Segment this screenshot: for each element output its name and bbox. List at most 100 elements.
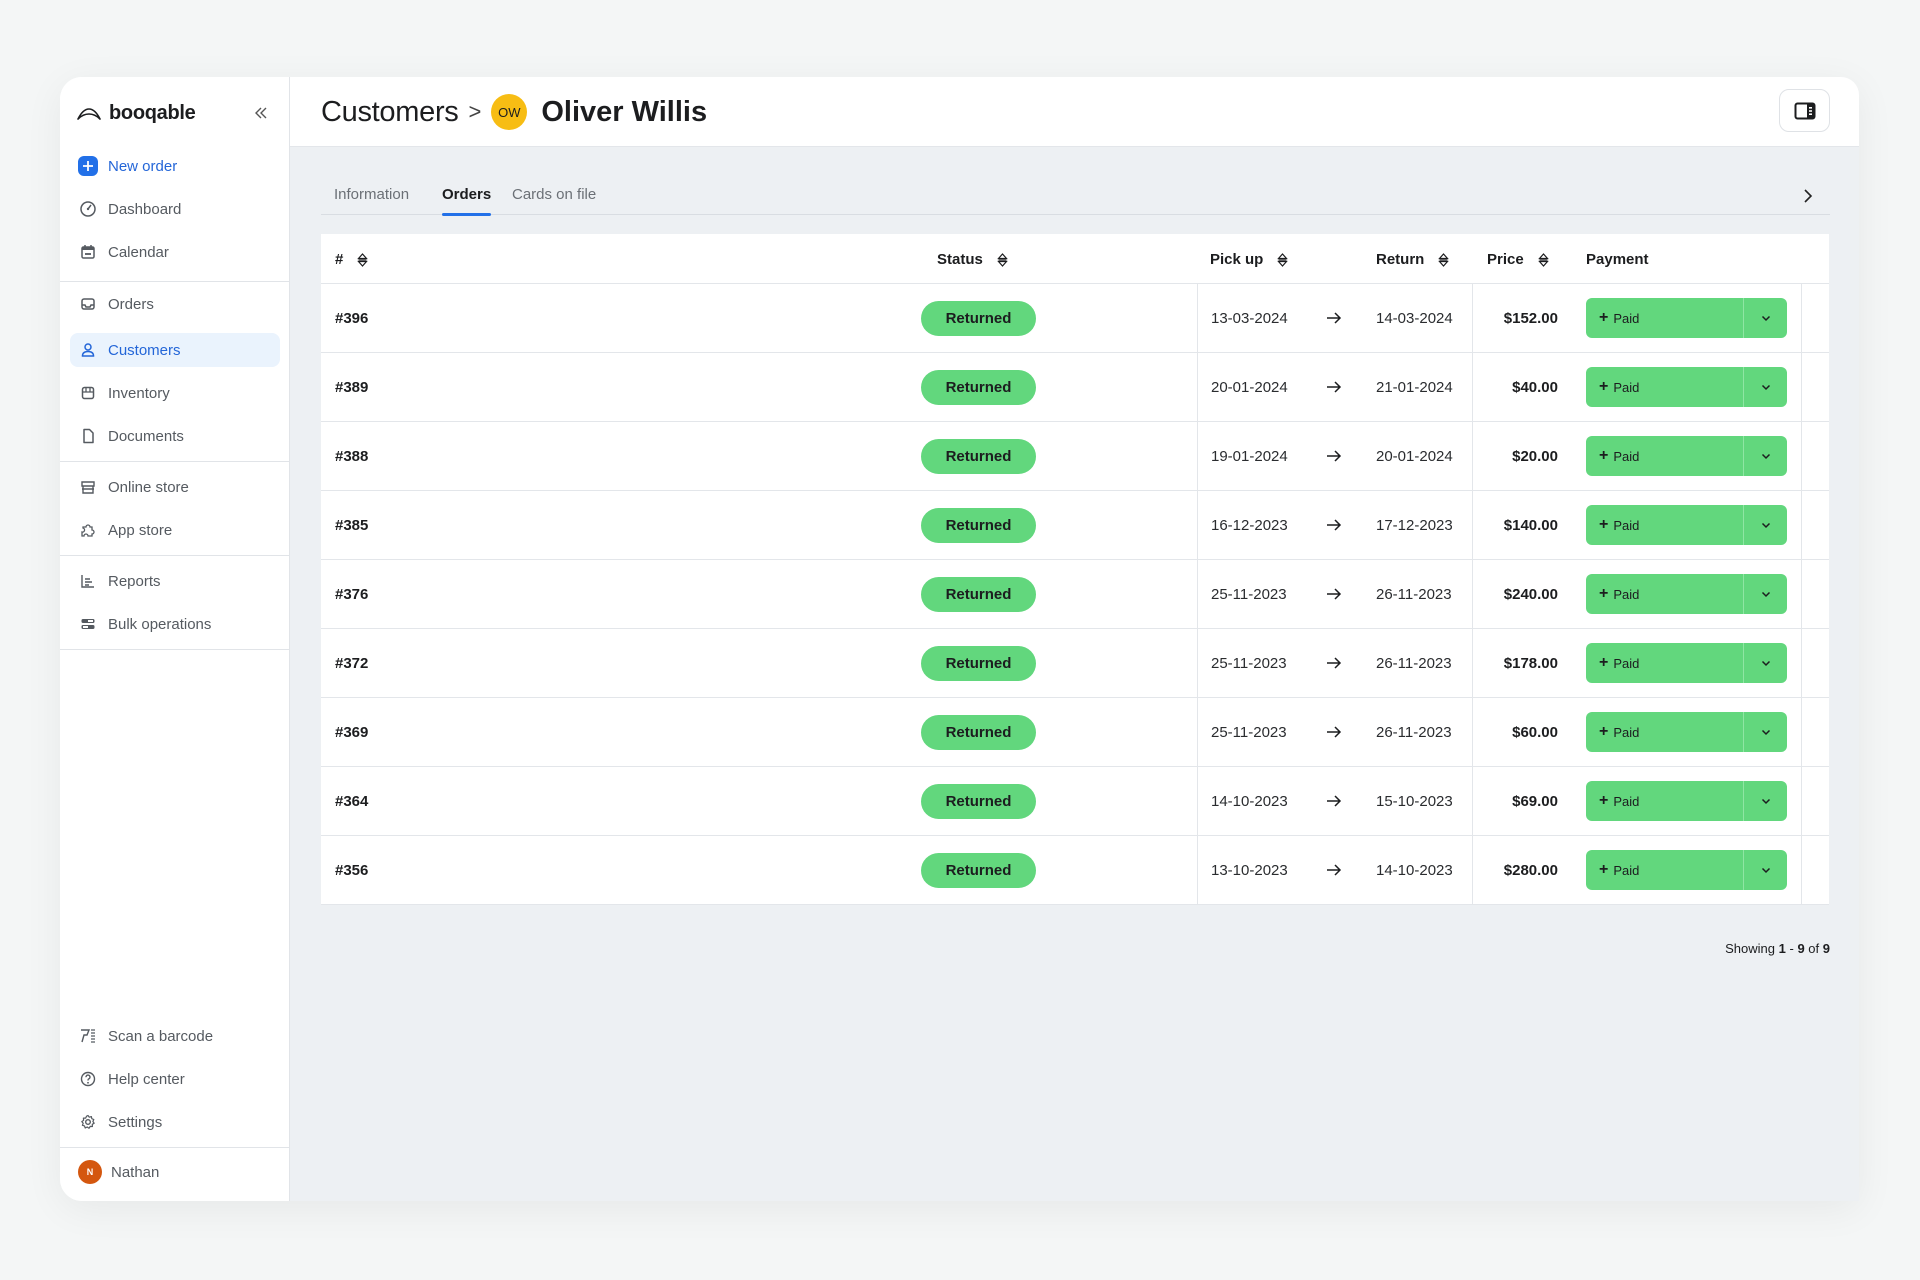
payment-dropdown-button[interactable]: [1744, 574, 1787, 614]
order-number-link[interactable]: #356: [335, 836, 368, 904]
sort-icon[interactable]: [1438, 252, 1450, 267]
payment-dropdown-button[interactable]: [1744, 505, 1787, 545]
table-row[interactable]: #396 Returned 13-03-2024 14-03-2024 $152…: [321, 284, 1829, 353]
add-payment-button[interactable]: + Paid: [1586, 712, 1744, 752]
sidebar-item-dashboard[interactable]: Dashboard: [70, 192, 280, 226]
order-number-link[interactable]: #396: [335, 284, 368, 352]
double-chevron-left-icon: [255, 107, 267, 119]
table-row[interactable]: #388 Returned 19-01-2024 20-01-2024 $20.…: [321, 422, 1829, 491]
sidebar-item-calendar[interactable]: Calendar: [70, 235, 280, 269]
column-header-number[interactable]: #: [335, 251, 369, 268]
help-icon: [78, 1069, 98, 1089]
tabs-scroll-right-button[interactable]: [1798, 186, 1818, 206]
sort-icon[interactable]: [1537, 252, 1549, 267]
table-header: # Status Pick up Return Price Payment: [321, 234, 1829, 284]
page-header: Customers > OW Oliver Willis: [290, 77, 1859, 147]
column-divider: [1801, 767, 1802, 835]
chevron-down-icon: [1761, 591, 1770, 597]
column-header-price[interactable]: Price: [1487, 251, 1549, 268]
sidebar-item-online-store[interactable]: Online store: [70, 470, 280, 504]
payment-dropdown-button[interactable]: [1744, 643, 1787, 683]
order-number-link[interactable]: #389: [335, 353, 368, 421]
order-number-link[interactable]: #364: [335, 767, 368, 835]
sidebar-item-orders[interactable]: Orders: [70, 287, 280, 321]
tab-information[interactable]: Information: [334, 186, 409, 215]
sidebar-item-bulk-operations[interactable]: Bulk operations: [70, 607, 280, 641]
tab-orders[interactable]: Orders: [442, 186, 492, 216]
breadcrumb-customers-link[interactable]: Customers: [321, 96, 459, 129]
table-row[interactable]: #369 Returned 25-11-2023 26-11-2023 $60.…: [321, 698, 1829, 767]
add-payment-button[interactable]: + Paid: [1586, 643, 1744, 683]
table-row[interactable]: #376 Returned 25-11-2023 26-11-2023 $240…: [321, 560, 1829, 629]
status-badge: Returned: [921, 577, 1036, 612]
payment-dropdown-button[interactable]: [1744, 436, 1787, 476]
pagination-prefix: Showing: [1725, 941, 1775, 956]
chevron-down-icon: [1761, 315, 1770, 321]
column-label: Status: [937, 251, 983, 268]
add-payment-button[interactable]: + Paid: [1586, 574, 1744, 614]
user-menu[interactable]: N Nathan: [78, 1160, 159, 1184]
return-date: 17-12-2023: [1376, 516, 1453, 534]
order-number-link[interactable]: #372: [335, 629, 368, 697]
table-row[interactable]: #356 Returned 13-10-2023 14-10-2023 $280…: [321, 836, 1829, 905]
order-number-link[interactable]: #376: [335, 560, 368, 628]
table-row[interactable]: #389 Returned 20-01-2024 21-01-2024 $40.…: [321, 353, 1829, 422]
add-payment-button[interactable]: + Paid: [1586, 436, 1744, 476]
payment-button-group: + Paid: [1586, 643, 1787, 683]
pagination-of: of: [1808, 941, 1820, 956]
sidebar-item-help-center[interactable]: Help center: [70, 1062, 280, 1096]
sort-icon[interactable]: [997, 252, 1008, 267]
table-row[interactable]: #364 Returned 14-10-2023 15-10-2023 $69.…: [321, 767, 1829, 836]
add-payment-button[interactable]: + Paid: [1586, 781, 1744, 821]
toggle-side-panel-button[interactable]: [1779, 89, 1830, 132]
arrow-right-icon: [1324, 353, 1344, 421]
column-divider: [1472, 422, 1473, 490]
collapse-sidebar-button[interactable]: [249, 101, 273, 125]
order-number-link[interactable]: #388: [335, 422, 368, 490]
payment-dropdown-button[interactable]: [1744, 850, 1787, 890]
plus-icon: [78, 156, 98, 176]
order-number-link[interactable]: #369: [335, 698, 368, 766]
sidebar-item-label: Settings: [108, 1113, 163, 1131]
column-divider: [1472, 284, 1473, 352]
add-payment-button[interactable]: + Paid: [1586, 367, 1744, 407]
new-order-button[interactable]: New order: [70, 149, 280, 183]
column-divider: [1801, 836, 1802, 904]
sidebar-item-reports[interactable]: Reports: [70, 564, 280, 598]
sidebar-item-label: Bulk operations: [108, 615, 212, 633]
add-payment-button[interactable]: + Paid: [1586, 298, 1744, 338]
brand-logo[interactable]: booqable: [77, 102, 196, 125]
puzzle-icon: [78, 520, 98, 540]
add-payment-button[interactable]: + Paid: [1586, 505, 1744, 545]
payment-dropdown-button[interactable]: [1744, 712, 1787, 752]
chevron-down-icon: [1761, 522, 1770, 528]
payment-button-group: + Paid: [1586, 712, 1787, 752]
payment-dropdown-button[interactable]: [1744, 781, 1787, 821]
table-row[interactable]: #385 Returned 16-12-2023 17-12-2023 $140…: [321, 491, 1829, 560]
box-icon: [78, 383, 98, 403]
sidebar-item-app-store[interactable]: App store: [70, 513, 280, 547]
arrow-right-icon: [1324, 560, 1344, 628]
sidebar-item-inventory[interactable]: Inventory: [70, 376, 280, 410]
column-header-pickup[interactable]: Pick up: [1210, 251, 1289, 268]
payment-button-group: + Paid: [1586, 850, 1787, 890]
sidebar-item-documents[interactable]: Documents: [70, 419, 280, 453]
pickup-date: 25-11-2023: [1211, 654, 1287, 672]
column-divider: [1197, 698, 1198, 766]
table-row[interactable]: #372 Returned 25-11-2023 26-11-2023 $178…: [321, 629, 1829, 698]
sort-icon[interactable]: [1277, 252, 1289, 267]
tab-cards-on-file[interactable]: Cards on file: [512, 186, 596, 215]
sort-icon[interactable]: [357, 252, 369, 267]
add-payment-button[interactable]: + Paid: [1586, 850, 1744, 890]
sidebar-item-label: Calendar: [108, 243, 169, 261]
status-badge: Returned: [921, 439, 1036, 474]
sidebar-item-scan-barcode[interactable]: Scan a barcode: [70, 1019, 280, 1053]
sidebar-item-customers[interactable]: Customers: [70, 333, 280, 367]
order-number-link[interactable]: #385: [335, 491, 368, 559]
order-price: $280.00: [1503, 861, 1558, 879]
payment-dropdown-button[interactable]: [1744, 298, 1787, 338]
column-header-status[interactable]: Status: [937, 251, 1008, 268]
column-header-return[interactable]: Return: [1376, 251, 1450, 268]
payment-dropdown-button[interactable]: [1744, 367, 1787, 407]
sidebar-item-settings[interactable]: Settings: [70, 1105, 280, 1139]
